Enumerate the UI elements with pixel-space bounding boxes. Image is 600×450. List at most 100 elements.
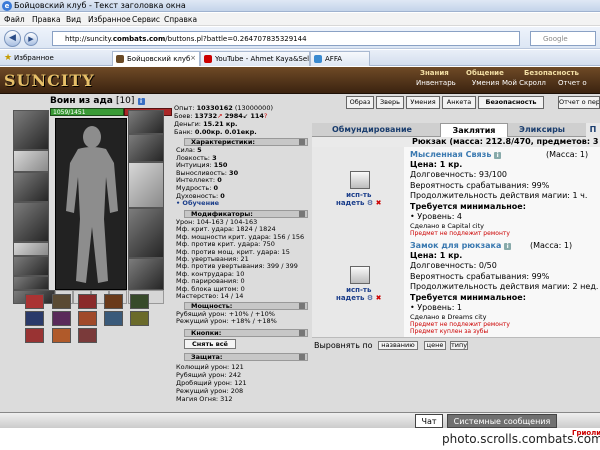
- combats-favicon-icon: [116, 55, 124, 63]
- collapse-icon[interactable]: [299, 330, 305, 336]
- wear-link[interactable]: надеть: [336, 199, 364, 207]
- nav-communication[interactable]: Общение: [466, 69, 504, 77]
- unequip-all-button[interactable]: Снять всё: [184, 339, 236, 349]
- shield-slot[interactable]: [128, 162, 164, 208]
- url-input[interactable]: http://suncity.combats.com/buttons.pl?ba…: [52, 31, 520, 46]
- subnav-skills[interactable]: Умения: [472, 79, 499, 87]
- nav-security[interactable]: Безопасность: [524, 69, 579, 77]
- favorites-button[interactable]: Избранное: [14, 54, 54, 62]
- item-name[interactable]: Мысленная Связь i: [410, 150, 502, 159]
- delete-icon[interactable]: ✖: [376, 294, 382, 302]
- use-link[interactable]: исп-ть: [336, 286, 381, 294]
- amulet-slot[interactable]: [13, 150, 49, 172]
- profile-button[interactable]: Анкета: [442, 96, 476, 109]
- tab-chat[interactable]: Чат: [415, 414, 443, 428]
- delete-icon[interactable]: ✖: [376, 199, 382, 207]
- buff-icon[interactable]: [104, 311, 123, 326]
- subnav-inventory[interactable]: Инвентарь: [416, 79, 456, 87]
- star-icon[interactable]: ★: [4, 53, 12, 63]
- site-logo[interactable]: SUNCITY: [4, 71, 95, 90]
- collapse-icon[interactable]: [299, 303, 305, 309]
- buff-icon[interactable]: [78, 311, 97, 326]
- sort-by-type-button[interactable]: типу: [450, 341, 468, 350]
- belt-slot[interactable]: [13, 242, 49, 256]
- buff-icon[interactable]: [78, 328, 97, 343]
- buff-icon[interactable]: [25, 328, 44, 343]
- lock-icon[interactable]: [350, 266, 370, 284]
- browser-tab-affa[interactable]: AFFA: [310, 51, 370, 66]
- menu-view[interactable]: Вид: [66, 15, 81, 24]
- menu-edit[interactable]: Правка: [32, 15, 61, 24]
- earring-slot[interactable]: [128, 110, 164, 134]
- gloves-slot[interactable]: [128, 134, 164, 162]
- protection-header[interactable]: Защита:: [184, 353, 308, 361]
- ring-slot[interactable]: [13, 256, 49, 276]
- tab-other[interactable]: П: [586, 123, 600, 137]
- collapse-icon[interactable]: [299, 211, 305, 217]
- item-mass: (Масса: 1): [530, 241, 573, 250]
- power-header[interactable]: Мощность:: [184, 302, 308, 310]
- pet-button[interactable]: Зверь: [376, 96, 404, 109]
- buttons-header[interactable]: Кнопки:: [184, 329, 308, 337]
- info-icon[interactable]: i: [494, 152, 502, 159]
- buff-icon[interactable]: [130, 311, 149, 326]
- buff-icon[interactable]: [130, 294, 149, 309]
- report-button[interactable]: Отчет о пер: [558, 96, 600, 109]
- browser-tab-combats[interactable]: Бойцовский клуб ×: [112, 51, 200, 66]
- collapse-icon[interactable]: [299, 354, 305, 360]
- buff-icon[interactable]: [25, 311, 44, 326]
- tab-elixirs[interactable]: Эликсиры: [512, 123, 572, 137]
- buff-icon[interactable]: [52, 294, 71, 309]
- youtube-favicon-icon: [204, 55, 212, 63]
- armor-slot[interactable]: [13, 202, 49, 242]
- close-icon[interactable]: ×: [190, 54, 196, 62]
- scroll-icon[interactable]: [350, 171, 370, 189]
- subnav-report[interactable]: Отчет о: [558, 79, 587, 87]
- menu-file[interactable]: Файл: [4, 15, 25, 24]
- menu-help[interactable]: Справка: [164, 15, 197, 24]
- leggings-slot[interactable]: [128, 208, 164, 258]
- collapse-icon[interactable]: [299, 139, 305, 145]
- buff-icon[interactable]: [104, 294, 123, 309]
- menu-tools[interactable]: Сервис: [132, 15, 160, 24]
- info-icon[interactable]: i: [137, 98, 145, 105]
- nav-knowledge[interactable]: Знания: [420, 69, 449, 77]
- boots-slot[interactable]: [13, 276, 49, 290]
- characteristics-header[interactable]: Характеристики:: [184, 138, 308, 146]
- item-name[interactable]: Замок для рюкзака i: [410, 241, 512, 250]
- tab-equipment[interactable]: Обмундирование: [332, 123, 412, 137]
- weapon-slot[interactable]: [13, 172, 49, 202]
- affa-favicon-icon: [314, 55, 322, 63]
- use-link[interactable]: исп-ть: [336, 191, 381, 199]
- shoes-slot[interactable]: [128, 258, 164, 290]
- subnav-myscroll[interactable]: Мой Скролл: [502, 79, 546, 87]
- image-button[interactable]: Образ: [346, 96, 374, 109]
- menu-favorites[interactable]: Избранное: [88, 15, 131, 24]
- tab-system-messages[interactable]: Системные сообщения: [447, 414, 557, 428]
- skills-button[interactable]: Умения: [406, 96, 440, 109]
- buff-icon[interactable]: [52, 328, 71, 343]
- training-link[interactable]: • Обучение: [176, 200, 238, 208]
- modifiers-header[interactable]: Модификаторы:: [184, 210, 308, 218]
- back-button[interactable]: ◀: [4, 30, 21, 47]
- url-suffix: /buttons.pl?battle=0.264707835329144: [165, 35, 307, 43]
- forward-button[interactable]: ▶: [24, 32, 38, 46]
- sort-by-price-button[interactable]: цене: [424, 341, 446, 350]
- sub-nav: Инвентарь Умения Мой Скролл Отчет о: [398, 79, 600, 88]
- wear-link[interactable]: надеть: [336, 294, 364, 302]
- sort-bar: Выровнять по названию цене типу: [312, 338, 600, 352]
- browser-tab-youtube[interactable]: YouTube - Ahmet Kaya&Seld...: [200, 51, 310, 66]
- info-icon[interactable]: i: [504, 243, 512, 250]
- buff-icon[interactable]: [78, 294, 97, 309]
- tab-spells[interactable]: Заклятия: [440, 123, 508, 137]
- sort-by-name-button[interactable]: названию: [378, 341, 418, 350]
- search-input[interactable]: Google: [530, 31, 596, 46]
- menu-bar: Файл Правка Вид Избранное Сервис Справка: [0, 13, 600, 26]
- helmet-slot[interactable]: [13, 110, 49, 150]
- security-button[interactable]: Безопасность: [478, 96, 544, 109]
- settings-icon[interactable]: ⚙: [367, 294, 373, 302]
- buff-icon[interactable]: [52, 311, 71, 326]
- settings-icon[interactable]: ⚙: [367, 199, 373, 207]
- buff-icon[interactable]: [25, 294, 44, 309]
- sort-label: Выровнять по: [314, 341, 373, 350]
